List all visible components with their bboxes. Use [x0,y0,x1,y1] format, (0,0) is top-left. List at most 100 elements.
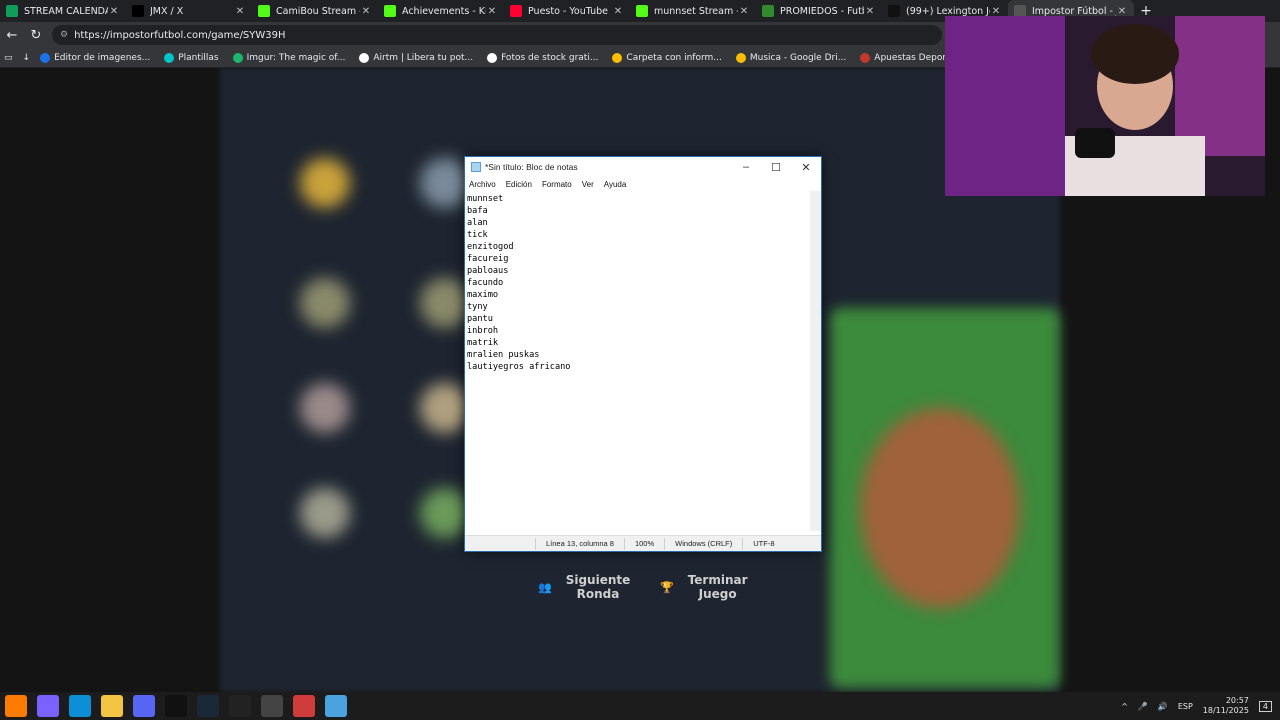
close-tab-icon[interactable]: ✕ [234,6,246,17]
close-tab-icon[interactable]: ✕ [360,6,372,17]
streamer-image [945,16,1265,196]
bookmark-label: Plantillas [178,52,219,63]
close-tab-icon[interactable]: ✕ [1116,6,1128,17]
bookmark-item[interactable]: Imgur: The magic of... [232,52,346,63]
tab-label: PROMIEDOS - Futbol A [780,5,864,17]
notepad-window[interactable]: *Sin título: Bloc de notas – ☐ ✕ Archivo… [464,156,822,552]
tab[interactable]: PROMIEDOS - Futbol A✕ [756,0,882,22]
notepad-menubar: Archivo Edición Formato Ver Ayuda [465,177,821,191]
language-indicator[interactable]: ESP [1178,702,1193,711]
close-tab-icon[interactable]: ✕ [990,6,1002,17]
app-icon[interactable] [293,695,315,717]
apps-icon[interactable]: ▭ [4,53,13,63]
player-avatar [300,488,350,538]
tab[interactable]: munnset Stream - Watc✕ [630,0,756,22]
end-game-label-2: Juego [698,587,737,601]
tab[interactable]: JMX / X ✕ [126,0,252,22]
text-line: pantu [467,314,493,324]
menu-item[interactable]: Archivo [469,180,496,189]
microphone-icon[interactable]: 🎤 [1138,702,1148,711]
bookmark-icon [164,52,175,63]
tab-label: CamiBou Stream - Wat [276,5,360,17]
tab-label: JMX / X [150,5,184,17]
edge-icon[interactable] [69,695,91,717]
cursor-position: Línea 13, columna 8 [535,537,624,550]
encoding: UTF-8 [742,537,784,550]
text-line: pabloaus [467,266,509,276]
tab-label: Puesto - YouTube [528,5,609,17]
player-avatar [420,383,470,433]
tab-label: Impostor Fútbol - Juego [1032,5,1116,17]
explorer-icon[interactable] [101,695,123,717]
bookmark-item[interactable]: Airtm | Libera tu pot... [359,52,473,63]
close-tab-icon[interactable]: ✕ [108,6,120,17]
reload-icon[interactable]: ↻ [24,23,48,47]
end-game-button[interactable]: 🏆 Terminar Juego [660,573,748,601]
text-line: alan [467,218,488,228]
player-avatar [300,383,350,433]
notifications-icon[interactable]: 4 [1258,700,1272,712]
address-bar[interactable]: ⚙ https://impostorfutbol.com/game/SYW39H [52,25,942,45]
player-avatar [420,278,470,328]
notepad-text-area[interactable]: munnset bafa alan tick enzitogod facureig pabl… [465,191,811,531]
text-line: mralien puskas [467,350,540,360]
webcam-overlay [945,16,1265,196]
tab[interactable]: STREAM CALENDAR - H✕ [0,0,126,22]
notepad-icon[interactable] [325,695,347,717]
menu-item[interactable]: Edición [506,180,532,189]
bookmark-label: Imgur: The magic of... [246,52,346,63]
site-info-icon[interactable]: ⚙ [60,30,68,40]
steam-icon[interactable] [197,695,219,717]
obs-icon[interactable] [229,695,251,717]
vertical-scrollbar[interactable] [810,191,821,531]
close-tab-icon[interactable]: ✕ [738,6,750,17]
bookmark-item[interactable]: Editor de imagenes... [40,52,150,63]
close-tab-icon[interactable]: ✕ [486,6,498,17]
text-line: matrik [467,338,504,348]
tab-label: STREAM CALENDAR - H [24,5,108,17]
minimize-icon[interactable]: – [731,161,761,173]
close-tab-icon[interactable]: ✕ [612,6,624,17]
maximize-icon[interactable]: ☐ [761,161,791,174]
url-text: https://impostorfutbol.com/game/SYW39H [74,29,286,41]
next-round-button[interactable]: 👥 Siguiente Ronda [538,573,630,601]
player-avatar [420,488,470,538]
users-icon: 👥 [538,580,552,594]
notepad-titlebar[interactable]: *Sin título: Bloc de notas – ☐ ✕ [465,157,821,177]
tab-label: Achievements - Kick Da [402,5,486,17]
bookmark-item[interactable]: Carpeta con inform... [612,52,722,63]
chevron-up-icon[interactable]: ^ [1121,702,1128,711]
kick-icon [384,5,396,17]
tab[interactable]: Puesto - YouTube ✕ [504,0,630,22]
bookmark-item[interactable]: Plantillas [164,52,219,63]
bookmark-item[interactable]: Musica - Google Dri... [735,52,847,63]
start-icon[interactable] [5,695,27,717]
bookmark-label: Fotos de stock grati... [501,52,599,63]
promiedos-icon [762,5,774,17]
speaker-icon[interactable]: 🔊 [1158,702,1168,711]
copilot-icon[interactable] [37,695,59,717]
notepad-icon [471,162,481,172]
download-icon[interactable]: ↓ [23,53,31,63]
menu-item[interactable]: Ayuda [604,180,627,189]
tab[interactable]: CamiBou Stream - Wat✕ [252,0,378,22]
bookmark-icon [232,52,243,63]
chrome-icon[interactable] [261,695,283,717]
x-icon [132,5,144,17]
bookmark-icon [735,52,746,63]
clock[interactable]: 20:57 18/11/2025 [1203,696,1249,716]
bookmark-label: Carpeta con inform... [626,52,722,63]
bookmark-item[interactable]: Fotos de stock grati... [487,52,599,63]
back-icon[interactable]: ← [0,23,24,47]
tab[interactable]: Achievements - Kick Da✕ [378,0,504,22]
discord-icon[interactable] [133,695,155,717]
close-icon[interactable]: ✕ [791,161,821,174]
tiktok-icon [888,5,900,17]
bookmark-label: Musica - Google Dri... [749,52,847,63]
mm-icon[interactable] [165,695,187,717]
tab-label: munnset Stream - Watc [654,5,738,17]
kick-icon [636,5,648,17]
menu-item[interactable]: Formato [542,180,572,189]
close-tab-icon[interactable]: ✕ [864,6,876,17]
menu-item[interactable]: Ver [582,180,594,189]
